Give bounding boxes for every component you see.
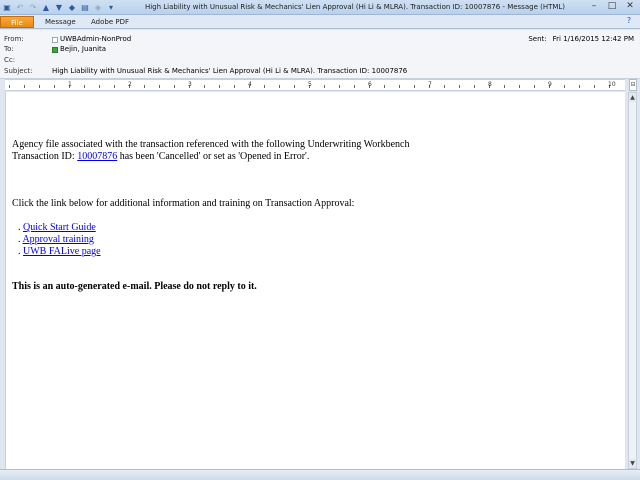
tab-file[interactable]: File [0, 16, 34, 28]
from-row: From: UWBAdmin-NonProd [4, 35, 131, 44]
uwb-falive-page-link[interactable]: UWB FALive page [23, 246, 101, 257]
ruler-number: 10 [608, 81, 616, 88]
to-name[interactable]: Bejin, Juanita [60, 45, 106, 54]
next-icon[interactable]: ▼ [54, 3, 64, 13]
window-controls: – □ ✕ [588, 1, 636, 12]
presence-unknown-icon [52, 36, 58, 43]
vertical-scrollbar[interactable]: ▲ ▼ [628, 92, 637, 469]
cc-row: Cc: [4, 56, 52, 65]
tab-adobe-pdf[interactable]: Adobe PDF [91, 16, 129, 28]
status-bar [0, 469, 640, 480]
subject-label: Subject: [4, 67, 33, 75]
close-button[interactable]: ✕ [624, 1, 636, 12]
from-value[interactable]: UWBAdmin-NonProd [52, 35, 131, 44]
message-body: Agency file associated with the transact… [5, 92, 625, 469]
message-header: From: UWBAdmin-NonProd To: Bejin, Juanit… [0, 30, 640, 79]
body-paragraph-1-line-1: Agency file associated with the transact… [12, 139, 410, 150]
approval-training-link[interactable]: Approval training [22, 234, 93, 245]
ruler-number: 7 [428, 81, 432, 88]
to-label: To: [4, 45, 14, 53]
sent-label: Sent: [528, 35, 547, 43]
quick-start-guide-link[interactable]: Quick Start Guide [23, 222, 96, 233]
subject-value: High Liability with Unusual Risk & Mecha… [52, 67, 408, 75]
from-name[interactable]: UWBAdmin-NonProd [60, 35, 131, 44]
list-item: . Approval training [18, 234, 94, 246]
transaction-id-link[interactable]: 10007876 [77, 151, 117, 162]
minimize-button[interactable]: – [588, 1, 600, 12]
to-value[interactable]: Bejin, Juanita [52, 45, 106, 54]
ruler-number: 6 [368, 81, 372, 88]
ruler: 1 2 3 4 5 6 7 8 9 10 [5, 79, 625, 91]
list-item: . UWB FALive page [18, 246, 101, 258]
transaction-suffix: has been 'Cancelled' or set as 'Opened i… [117, 151, 310, 162]
ruler-ticks [9, 85, 621, 88]
scroll-up-icon[interactable]: ▲ [629, 93, 636, 102]
ruler-number: 8 [488, 81, 492, 88]
ruler-number: 4 [248, 81, 252, 88]
attach-icon[interactable]: ◈ [93, 3, 103, 13]
sent-info: Sent: Fri 1/16/2015 12:42 PM [528, 35, 634, 44]
ruler-toggle-icon[interactable]: ⊟ [629, 79, 637, 91]
body-paragraph-1-line-2: Transaction ID: 10007876 has been 'Cance… [12, 151, 309, 163]
list-bullet: . [18, 246, 21, 257]
customize-icon[interactable]: ▾ [106, 3, 116, 13]
previous-icon[interactable]: ▲ [41, 3, 51, 13]
tab-message[interactable]: Message [45, 16, 76, 28]
ribbon-tabs: File Message Adobe PDF ? [0, 15, 640, 29]
ruler-number: 9 [548, 81, 552, 88]
print-icon[interactable]: ▤ [80, 3, 90, 13]
presence-available-icon [52, 46, 58, 53]
quick-access-toolbar: ▣ ↶ ↷ ▲ ▼ ◆ ▤ ◈ ▾ [2, 1, 116, 14]
sent-value: Fri 1/16/2015 12:42 PM [552, 35, 634, 43]
to-row: To: Bejin, Juanita [4, 45, 106, 54]
ruler-number: 3 [188, 81, 192, 88]
ruler-number: 1 [68, 81, 72, 88]
subject-row: Subject: High Liability with Unusual Ris… [4, 67, 407, 76]
list-bullet: . [18, 234, 21, 245]
move-icon[interactable]: ◆ [67, 3, 77, 13]
auto-generated-notice: This is an auto-generated e-mail. Please… [12, 281, 257, 292]
title-bar: ▣ ↶ ↷ ▲ ▼ ◆ ▤ ◈ ▾ High Liability with Un… [0, 0, 640, 15]
maximize-button[interactable]: □ [606, 1, 618, 12]
save-icon[interactable]: ▣ [2, 3, 12, 13]
redo-icon[interactable]: ↷ [28, 3, 38, 13]
window-title: High Liability with Unusual Risk & Mecha… [144, 3, 566, 11]
from-label: From: [4, 35, 24, 43]
ruler-number: 5 [308, 81, 312, 88]
transaction-prefix: Transaction ID: [12, 151, 78, 162]
scroll-down-icon[interactable]: ▼ [629, 459, 636, 468]
list-bullet: . [18, 222, 21, 233]
list-item: . Quick Start Guide [18, 222, 96, 234]
body-paragraph-2: Click the link below for additional info… [12, 198, 355, 209]
cc-label: Cc: [4, 56, 16, 64]
ruler-number: 2 [128, 81, 132, 88]
undo-icon[interactable]: ↶ [15, 3, 25, 13]
help-icon[interactable]: ? [624, 16, 634, 26]
